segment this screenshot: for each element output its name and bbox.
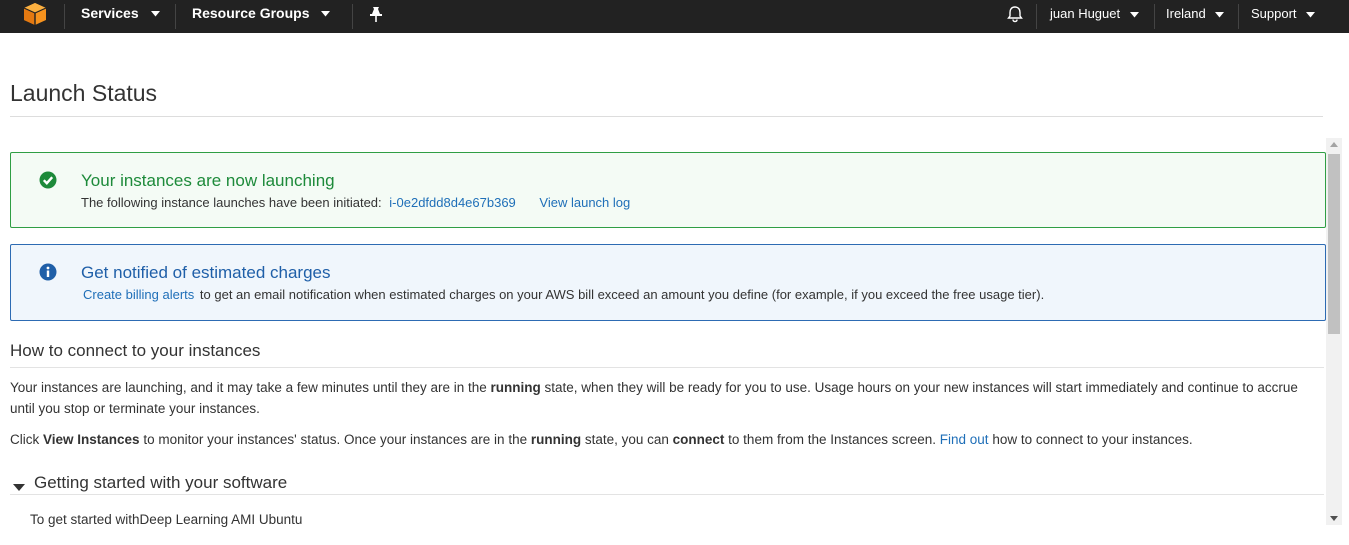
- software-text: To get started withDeep Learning AMI Ubu…: [30, 512, 303, 527]
- user-label: juan Huguet: [1050, 6, 1121, 21]
- text: how to connect to your instances.: [988, 432, 1193, 447]
- services-menu[interactable]: Services: [81, 0, 160, 33]
- launch-success-alert: Your instances are now launching The fol…: [10, 152, 1326, 228]
- billing-title: Get notified of estimated charges: [81, 263, 331, 282]
- billing-alert: Get notified of estimated charges Create…: [10, 244, 1326, 321]
- billing-message: Create billing alerts to get an email no…: [83, 287, 1044, 302]
- view-launch-log-link[interactable]: View launch log: [539, 195, 630, 210]
- connect-text: connect: [672, 432, 725, 447]
- chevron-down-icon: [150, 11, 160, 17]
- services-label: Services: [81, 5, 139, 21]
- text: to them from the Instances screen.: [724, 432, 940, 447]
- nav-divider: [1154, 4, 1155, 29]
- scroll-up-arrow-icon[interactable]: [1326, 138, 1342, 152]
- vertical-scrollbar[interactable]: [1326, 138, 1342, 525]
- success-title: Your instances are now launching: [81, 171, 335, 190]
- chevron-down-icon: [1215, 11, 1225, 18]
- nav-divider: [1238, 4, 1239, 29]
- text: state, you can: [581, 432, 673, 447]
- info-circle-icon: [39, 263, 57, 286]
- text: Your instances are launching, and it may…: [10, 380, 491, 395]
- support-menu[interactable]: Support: [1251, 0, 1316, 33]
- create-billing-alerts-link[interactable]: Create billing alerts: [83, 287, 194, 302]
- view-instances-text: View Instances: [43, 432, 140, 447]
- text: Click: [10, 432, 43, 447]
- instance-id-link[interactable]: i-0e2dfdd8d4e67b369: [389, 195, 516, 210]
- nav-divider: [1036, 4, 1037, 29]
- region-label: Ireland: [1166, 6, 1206, 21]
- launch-status-content: Your instances are now launching The fol…: [10, 138, 1326, 545]
- running-state-text: running: [490, 380, 541, 395]
- chevron-down-icon: [1129, 11, 1139, 18]
- success-message: The following instance launches have bee…: [81, 195, 630, 210]
- billing-text: to get an email notification when estima…: [199, 287, 1045, 302]
- connect-paragraph-1: Your instances are launching, and it may…: [10, 377, 1310, 419]
- running-state-text: running: [530, 432, 582, 447]
- resource-groups-label: Resource Groups: [192, 5, 310, 21]
- support-label: Support: [1251, 6, 1297, 21]
- section-divider: [10, 367, 1324, 368]
- success-text: The following instance launches have bee…: [81, 195, 382, 210]
- aws-cube-icon[interactable]: [23, 2, 47, 26]
- resource-groups-menu[interactable]: Resource Groups: [192, 0, 331, 33]
- pin-icon[interactable]: [369, 5, 383, 22]
- scrollbar-thumb[interactable]: [1328, 154, 1340, 334]
- chevron-down-icon: [321, 11, 331, 17]
- user-menu[interactable]: juan Huguet: [1050, 0, 1139, 33]
- top-navigation: Services Resource Groups juan Huguet Ire…: [0, 0, 1349, 33]
- nav-divider: [175, 4, 176, 29]
- find-out-link[interactable]: Find out: [940, 432, 989, 447]
- section-divider: [10, 494, 1324, 495]
- page-title: Launch Status: [10, 80, 158, 106]
- nav-divider: [352, 4, 353, 29]
- title-divider: [10, 116, 1323, 117]
- nav-divider: [64, 4, 65, 29]
- bell-icon[interactable]: [1006, 5, 1024, 26]
- text: to monitor your instances' status. Once …: [139, 432, 531, 447]
- connect-section-title: How to connect to your instances: [10, 341, 261, 360]
- chevron-down-icon: [1306, 11, 1316, 18]
- scroll-down-arrow-icon[interactable]: [1326, 511, 1342, 525]
- software-section-title: Getting started with your software: [34, 473, 288, 492]
- region-menu[interactable]: Ireland: [1166, 0, 1225, 33]
- check-circle-icon: [39, 171, 57, 194]
- connect-paragraph-2: Click View Instances to monitor your ins…: [10, 429, 1310, 450]
